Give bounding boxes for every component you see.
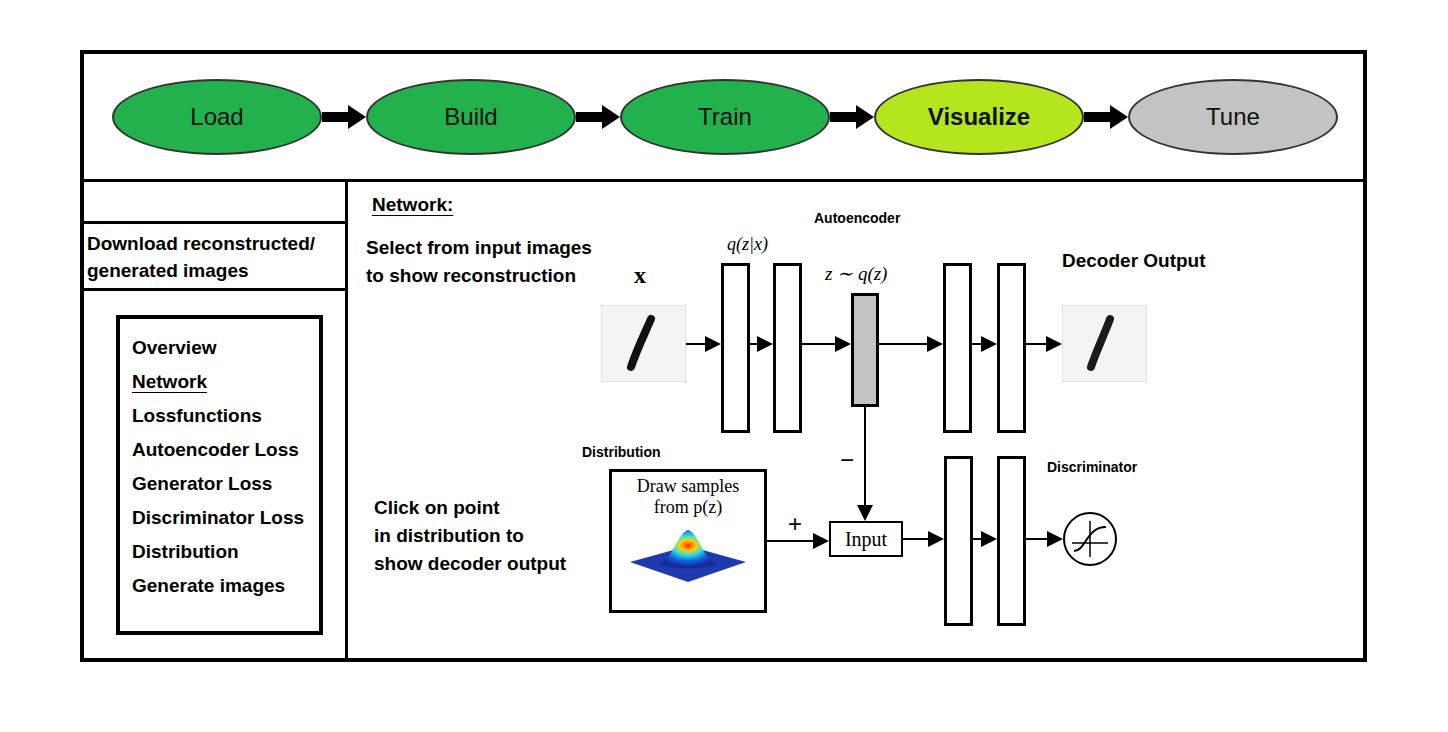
sidebar-item[interactable]: Overview <box>132 337 315 359</box>
network-panel: Network: Select from input imagesto show … <box>348 182 1363 658</box>
sidebar-item[interactable]: Generate images <box>132 575 315 597</box>
input-digit-image[interactable] <box>601 305 686 382</box>
arrow-right-icon <box>576 104 620 130</box>
decoder-output-title: Decoder Output <box>1062 250 1206 272</box>
network-heading: Network: <box>372 194 453 216</box>
output-digit-image <box>1062 305 1147 382</box>
sidebar-menu: Overview Network Lossfunctions Autoencoder … <box>116 315 323 635</box>
pipeline-step[interactable]: Load <box>112 79 322 155</box>
distribution-text: Draw samplesfrom p(z) <box>637 476 739 518</box>
minus-sign: − <box>840 448 854 472</box>
encoder-label: q(z|x) <box>727 234 768 255</box>
discriminator-title: Discriminator <box>1047 459 1137 475</box>
sidebar-item[interactable]: Autoencoder Loss <box>132 439 315 461</box>
plus-sign: + <box>788 512 802 536</box>
decoder-layer <box>943 263 972 433</box>
sidebar-item[interactable]: Lossfunctions <box>132 405 315 427</box>
pipeline-bar: Load Build Train Visualize Tune <box>84 54 1363 182</box>
pipeline-step[interactable]: Tune <box>1128 79 1338 155</box>
click-hint: Click on pointin distribution toshow dec… <box>374 494 566 578</box>
select-hint: Select from input imagesto show reconstr… <box>366 234 592 290</box>
discriminator-layer <box>997 456 1026 626</box>
sidebar-item[interactable]: Generator Loss <box>132 473 315 495</box>
sidebar-item[interactable]: Network <box>132 371 315 393</box>
sidebar-item[interactable]: Discriminator Loss <box>132 507 315 529</box>
sidebar: Download reconstructed/generated images O… <box>84 182 348 658</box>
app-frame: Load Build Train Visualize Tune Download reco… <box>80 50 1367 662</box>
arrow-right-icon <box>830 104 874 130</box>
pipeline-step[interactable]: Build <box>366 79 576 155</box>
discriminator-layer <box>944 456 973 626</box>
download-button[interactable]: Download reconstructed/generated images <box>84 224 345 291</box>
pipeline-step[interactable]: Visualize <box>874 79 1084 155</box>
distribution-plot[interactable]: Draw samplesfrom p(z) <box>609 469 767 613</box>
encoder-layer <box>721 263 750 433</box>
arrow-right-icon <box>322 104 366 130</box>
gaussian-plot-icon <box>628 518 748 584</box>
pipeline-step[interactable]: Train <box>620 79 830 155</box>
sidebar-item[interactable]: Distribution <box>132 541 315 563</box>
input-label: x <box>634 262 646 289</box>
decoder-layer <box>997 263 1026 433</box>
latent-layer <box>851 293 879 407</box>
distribution-title: Distribution <box>582 444 661 460</box>
page: Load Build Train Visualize Tune Download reco… <box>0 0 1448 732</box>
autoencoder-title: Autoencoder <box>814 210 900 226</box>
sidebar-header <box>84 182 345 224</box>
input-node: Input <box>829 521 903 557</box>
arrow-right-icon <box>1084 104 1128 130</box>
sigmoid-icon <box>1062 511 1118 567</box>
encoder-layer <box>773 263 802 433</box>
latent-label: z ∼ q(z) <box>825 262 887 285</box>
content: Download reconstructed/generated images O… <box>84 182 1363 658</box>
